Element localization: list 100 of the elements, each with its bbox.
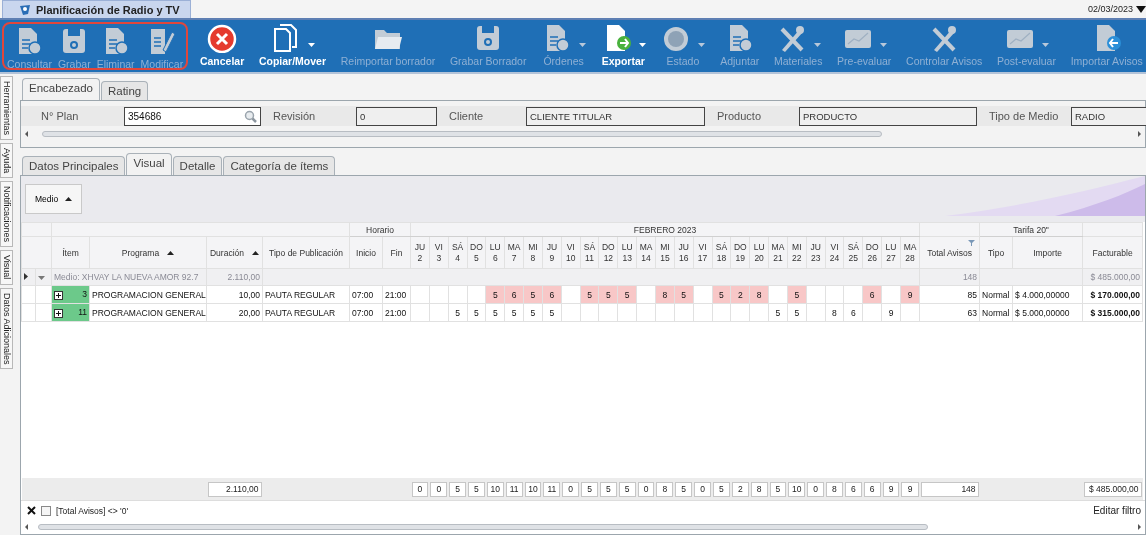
table-cell: 8 <box>825 303 844 322</box>
horizontal-scrollbar[interactable] <box>21 520 1145 534</box>
input-field[interactable]: PRODUCTO <box>799 106 977 126</box>
total-value: 10 <box>486 481 504 497</box>
group-summary: 148 <box>919 268 980 286</box>
input-field[interactable]: 0 <box>356 106 437 126</box>
tab[interactable]: Categoría de ítems <box>223 156 336 175</box>
search-icon <box>244 109 257 123</box>
column-band-header: Horario <box>349 222 411 237</box>
group-summary: $ 485.000,00 <box>1082 268 1143 286</box>
table-cell: 21:00 <box>382 285 411 304</box>
group-summary: 2.110,00 <box>206 268 263 286</box>
side-tab[interactable]: Ayuda <box>0 143 13 179</box>
window-tab[interactable]: Planificación de Radio y TV <box>2 0 191 18</box>
table-cell: PROGRAMACION GENERAL <box>89 303 207 322</box>
cancel-icon <box>206 22 239 53</box>
total-value: $ 485.000,00 <box>1083 481 1142 497</box>
table-cell: 07:00 <box>349 303 383 322</box>
checkbox[interactable] <box>41 505 51 516</box>
toolbar-button[interactable]: Exportar <box>597 20 649 72</box>
total-value: 11 <box>543 481 561 497</box>
total-value: 0 <box>430 481 448 497</box>
table-cell: 21:00 <box>382 303 411 322</box>
table-cell: 85 <box>919 285 980 304</box>
table-cell: $ 315.000,00 <box>1082 303 1143 322</box>
caret-icon <box>307 43 315 47</box>
tab[interactable]: Encabezado <box>22 78 100 100</box>
caret-icon <box>813 43 821 47</box>
total-value: 6 <box>844 481 862 497</box>
total-value: 10 <box>524 481 542 497</box>
column-header[interactable]: Importe <box>1012 236 1083 269</box>
date-label: 02/03/2023 <box>1087 4 1133 14</box>
column-header[interactable]: Duración <box>206 236 263 269</box>
field-label: Tipo de Medio <box>988 110 1060 122</box>
total-value: 5 <box>769 481 787 497</box>
table-cell: 5 <box>768 303 788 322</box>
total-value: 5 <box>675 481 693 497</box>
total-value: 5 <box>713 481 730 497</box>
toolbar-button[interactable]: Cancelar <box>196 20 248 72</box>
table-cell: 5 <box>542 303 562 322</box>
table-cell: PAUTA REGULAR <box>262 285 350 304</box>
table-cell: Normal <box>979 285 1013 304</box>
total-value: 148 <box>920 481 979 497</box>
input-field[interactable]: CLIENTE TITULAR <box>526 106 705 126</box>
input-field[interactable]: 354686 <box>124 106 261 126</box>
column-header[interactable]: Programa <box>89 236 207 269</box>
field-label: Producto <box>716 110 763 122</box>
table-cell: 63 <box>919 303 980 322</box>
table-cell: PAUTA REGULAR <box>262 303 350 322</box>
group-row-label: Medio: XHVAY LA NUEVA AMOR 92.7 <box>51 268 207 286</box>
total-value: 10 <box>788 481 806 497</box>
table-cell: PROGRAMACION GENERAL <box>89 285 207 304</box>
toolbar-button[interactable]: Copiar/Mover <box>255 20 330 72</box>
total-value: 8 <box>826 481 843 497</box>
table-cell: $ 4.000,00000 <box>1012 285 1083 304</box>
total-value: 11 <box>505 481 523 497</box>
tab[interactable]: Rating <box>100 81 149 100</box>
side-tab[interactable]: Visual <box>0 250 13 285</box>
caret-icon <box>698 43 706 47</box>
expand-icon[interactable] <box>54 308 63 318</box>
side-tab[interactable]: Notificaciones <box>0 181 13 248</box>
column-header[interactable]: Facturable <box>1082 236 1143 269</box>
table-cell: 5 <box>448 303 468 322</box>
edit-filter-link[interactable]: Editar filtro <box>1093 505 1141 516</box>
group-by-button[interactable]: Medio <box>25 184 83 214</box>
total-value: 9 <box>901 481 919 497</box>
close-icon[interactable] <box>27 506 36 515</box>
horizontal-scrollbar[interactable] <box>25 128 1141 140</box>
total-value: 5 <box>618 481 636 497</box>
table-cell: $ 170.000,00 <box>1082 285 1143 304</box>
input-field[interactable]: RADIO <box>1071 106 1146 126</box>
column-band-header: Tarifa 20" <box>979 222 1083 237</box>
table-cell: 5 <box>467 303 486 322</box>
column-header[interactable]: Total Avisos <box>919 236 980 269</box>
table-cell: 10,00 <box>206 285 263 304</box>
total-value: 0 <box>694 481 711 497</box>
side-tab[interactable]: Datos Adicionales <box>0 287 13 370</box>
total-value: 0 <box>562 481 580 497</box>
caret-icon <box>638 43 646 47</box>
table-cell: Normal <box>979 303 1013 322</box>
tab[interactable]: Visual <box>126 153 172 175</box>
caret-icon <box>1041 43 1049 47</box>
table-cell: 6 <box>843 303 863 322</box>
total-value: 5 <box>449 481 467 497</box>
total-value: 0 <box>411 481 429 497</box>
total-value: 5 <box>468 481 485 497</box>
table-cell: 5 <box>504 303 524 322</box>
expand-icon[interactable] <box>54 290 63 300</box>
total-value: 5 <box>599 481 617 497</box>
total-value: 6 <box>863 481 881 497</box>
tab[interactable]: Detalle <box>172 156 223 175</box>
table-cell: 5 <box>485 303 505 322</box>
column-header[interactable]: Tipo de Publicación <box>262 236 350 269</box>
side-tab[interactable]: Herramientas <box>0 76 13 141</box>
total-value: 5 <box>581 481 598 497</box>
caret-icon <box>579 43 587 47</box>
total-value: 0 <box>807 481 825 497</box>
table-cell: 5 <box>787 303 807 322</box>
tab[interactable]: Datos Principales <box>22 156 126 175</box>
collapse-icon[interactable] <box>38 276 45 280</box>
